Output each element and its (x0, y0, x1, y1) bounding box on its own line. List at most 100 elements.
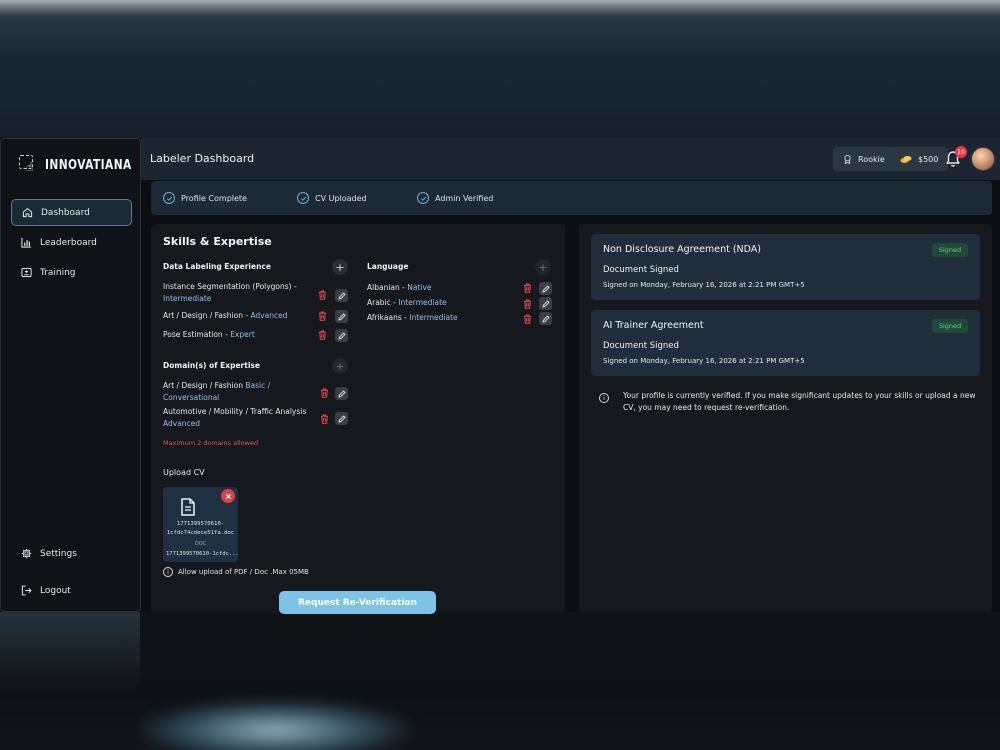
sidebar-item-label: Leaderboard (40, 237, 97, 248)
document-icon (181, 498, 195, 516)
check-circle-icon (163, 192, 175, 204)
status-label: Profile Complete (181, 193, 247, 203)
rank-badge[interactable]: Rookie (833, 147, 895, 171)
status-badge: Signed (932, 243, 968, 257)
file-type: DOC (194, 541, 207, 547)
agreement-status: Document Signed (603, 265, 679, 275)
page-title: Labeler Dashboard (150, 152, 255, 165)
delete-icon[interactable] (523, 314, 532, 324)
delete-icon[interactable] (318, 330, 327, 340)
pencil-icon (541, 299, 550, 308)
sidebar-item-dashboard[interactable]: Dashboard (11, 199, 132, 226)
sidebar-item-settings[interactable]: Settings (11, 540, 132, 567)
info-icon: i (599, 393, 609, 403)
labeling-section-title: Data Labeling Experience (163, 262, 271, 271)
logo-icon: ☝ (19, 155, 39, 175)
sidebar: ☝ INNOVATIANA Dashboard Leaderboard Trai… (0, 138, 141, 612)
status-admin-verified: Admin Verified (417, 192, 493, 204)
sidebar-item-leaderboard[interactable]: Leaderboard (11, 229, 132, 256)
edit-button[interactable] (335, 329, 348, 342)
bar-chart-icon (21, 237, 32, 248)
list-item: Pose Estimation - Expert (163, 330, 255, 339)
sidebar-item-label: Training (40, 267, 76, 278)
background-glow (140, 700, 410, 750)
balance-badge[interactable]: $500 (890, 147, 949, 171)
logout-icon (21, 585, 32, 596)
agreement-title: Non Disclosure Agreement (NDA) (603, 244, 762, 255)
rank-label: Rookie (858, 154, 885, 164)
pencil-icon (337, 291, 346, 300)
notification-count-badge: 10 (955, 146, 967, 158)
pencil-icon (541, 314, 550, 323)
list-item: Afrikaans - Intermediate (367, 313, 458, 322)
nda-card[interactable]: Non Disclosure Agreement (NDA) Signed Do… (591, 234, 980, 300)
upload-cv-label: Upload CV (163, 468, 205, 477)
sidebar-item-training[interactable]: Training (11, 259, 132, 286)
status-badge: Signed (932, 319, 968, 333)
verification-note-text: Your profile is currently verified. If y… (623, 391, 976, 412)
edit-button[interactable] (335, 412, 348, 425)
sidebar-item-logout[interactable]: Logout (11, 577, 132, 604)
brand-logo[interactable]: ☝ INNOVATIANA (19, 155, 151, 175)
sidebar-item-label: Settings (40, 548, 77, 559)
background-left-glow (0, 612, 140, 692)
agreements-panel: Non Disclosure Agreement (NDA) Signed Do… (579, 224, 992, 612)
coins-icon (900, 155, 912, 163)
edit-button[interactable] (539, 282, 552, 295)
check-circle-icon (417, 192, 429, 204)
agreement-date: Signed on Monday, February 16, 2026 at 2… (603, 357, 805, 365)
status-label: Admin Verified (435, 193, 494, 203)
list-item: Instance Segmentation (Polygons) - Inter… (163, 282, 297, 303)
brand-name: INNOVATIANA (45, 157, 132, 173)
list-item: Art / Design / Fashion - Advanced (163, 311, 288, 320)
top-bar: Labeler Dashboard Rookie $500 10 (141, 138, 1000, 180)
info-icon: i (163, 567, 173, 577)
close-icon (225, 493, 231, 499)
upload-hint-text: Allow upload of PDF / Doc .Max 05MB (178, 568, 309, 576)
language-section-title: Language (367, 262, 409, 271)
edit-button[interactable] (539, 312, 552, 325)
remove-file-button[interactable] (221, 489, 235, 503)
sidebar-item-label: Dashboard (41, 207, 90, 218)
pencil-icon (337, 331, 346, 340)
edit-button[interactable] (335, 387, 348, 400)
medal-icon (844, 154, 851, 164)
pencil-icon (541, 284, 550, 293)
add-domain-button[interactable]: + (332, 358, 348, 374)
list-item: Albanian - Native (367, 283, 432, 292)
sidebar-item-label: Logout (40, 585, 71, 596)
delete-icon[interactable] (318, 290, 327, 300)
list-item: Art / Design / Fashion Basic / Conversat… (163, 381, 271, 402)
check-circle-icon (297, 192, 309, 204)
agreement-status: Document Signed (603, 341, 679, 351)
verification-note: i Your profile is currently verified. If… (599, 390, 979, 414)
delete-icon[interactable] (523, 283, 532, 293)
file-caption: 1771399570610-1cfdc... (166, 551, 239, 557)
list-item: Automotive / Mobility / Traffic Analysis… (163, 407, 307, 428)
status-profile-complete: Profile Complete (163, 192, 247, 204)
add-labeling-button[interactable]: + (332, 259, 348, 275)
edit-button[interactable] (335, 289, 348, 302)
status-label: CV Uploaded (315, 193, 367, 203)
pencil-icon (337, 414, 346, 423)
ai-trainer-agreement-card[interactable]: AI Trainer Agreement Signed Document Sig… (591, 310, 980, 376)
avatar[interactable] (971, 147, 995, 171)
list-item: Arabic - Intermediate (367, 298, 447, 307)
delete-icon[interactable] (318, 311, 327, 321)
pencil-icon (337, 389, 346, 398)
edit-button[interactable] (539, 297, 552, 310)
background-top (0, 0, 1000, 138)
app-window: ☝ INNOVATIANA Dashboard Leaderboard Trai… (0, 138, 1000, 612)
add-language-button[interactable]: + (535, 259, 551, 275)
delete-icon[interactable] (320, 388, 329, 398)
agreement-date: Signed on Monday, February 16, 2026 at 2… (603, 281, 805, 289)
delete-icon[interactable] (320, 414, 329, 424)
edit-button[interactable] (335, 310, 348, 323)
training-icon (21, 267, 32, 278)
upload-hint: i Allow upload of PDF / Doc .Max 05MB (163, 567, 309, 577)
request-reverification-button[interactable]: Request Re-Verification (279, 591, 436, 614)
skills-title: Skills & Expertise (163, 235, 272, 248)
home-icon (22, 208, 33, 218)
verification-status-bar: Profile Complete CV Uploaded Admin Verif… (151, 181, 992, 215)
delete-icon[interactable] (523, 299, 532, 309)
